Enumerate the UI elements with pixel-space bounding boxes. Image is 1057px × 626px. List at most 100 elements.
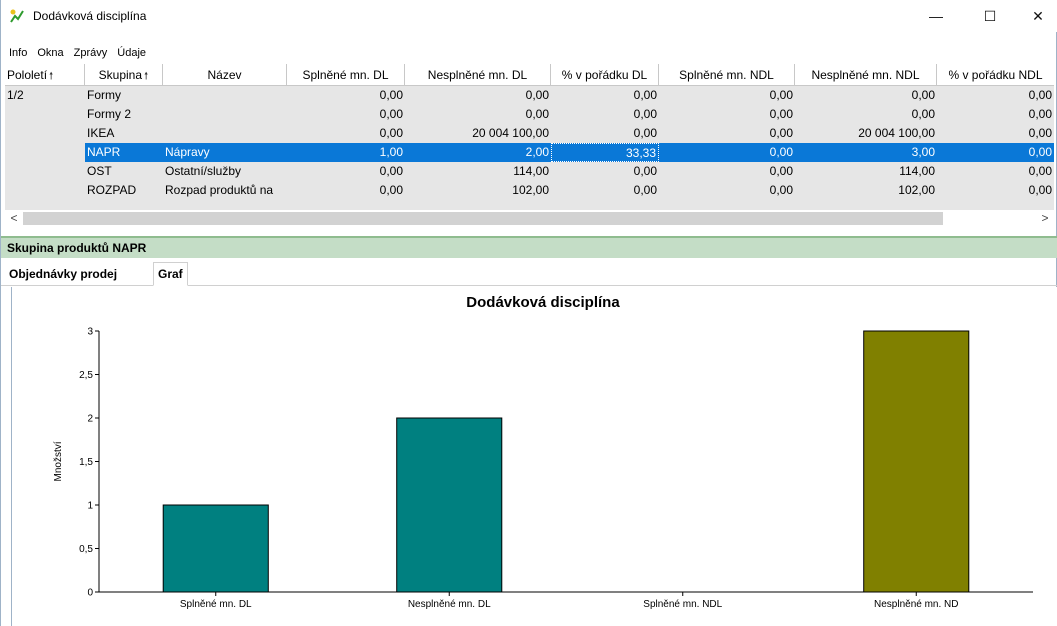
cell-poradek-dl: 0,00 [633, 107, 657, 121]
cell-splnene-dl: 0,00 [379, 88, 403, 102]
cell-poradek-ndl: 0,00 [1028, 183, 1052, 197]
y-tick-label: 0 [87, 588, 93, 599]
bar-chart: Dodávková disciplína 0 0,5 1 1,5 2 2,5 3 Množstv… [53, 294, 1033, 610]
chart-title: Dodávková disciplína [466, 294, 620, 311]
horizontal-scrollbar[interactable]: < > [5, 210, 1054, 227]
bar [162, 504, 269, 593]
cell-nesplnene-ndl: 0,00 [911, 107, 935, 121]
table-row-selected[interactable]: NAPR Nápravy 1,00 2,00 33,33 0,00 3,00 0… [5, 143, 1054, 162]
col-header-splnene-ndl[interactable]: Splněné mn. NDL [659, 64, 795, 86]
cell-skupina: OST [87, 164, 112, 178]
scroll-thumb[interactable] [23, 212, 943, 225]
cell-splnene-dl: 0,00 [379, 107, 403, 121]
cell-skupina: NAPR [85, 143, 163, 162]
cell-poradek-dl: 0,00 [633, 183, 657, 197]
menu-bar: Info Okna Zprávy Údaje [1, 44, 151, 62]
col-header-poradek-dl[interactable]: % v pořádku DL [551, 64, 659, 86]
col-header-label: Pololetí [7, 68, 48, 82]
x-tick-label: Nesplněné mn. DL [408, 599, 491, 610]
col-header-nazev[interactable]: Název [163, 64, 287, 86]
cell-poradek-ndl: 0,00 [1028, 107, 1052, 121]
table-row[interactable]: Formy 2 0,00 0,00 0,00 0,00 0,00 0,00 [5, 105, 1054, 124]
col-header-poradek-ndl[interactable]: % v pořádku NDL [937, 64, 1054, 86]
x-tick-label: Nesplněné mn. ND [874, 599, 958, 610]
cell-pololeti [5, 124, 85, 143]
y-tick-label: 3 [87, 327, 93, 338]
window-title: Dodávková disciplína [33, 9, 147, 23]
y-tick-label: 2,5 [79, 370, 93, 381]
col-header-label: % v pořádku DL [561, 68, 648, 82]
app-icon [10, 9, 24, 23]
cell-nesplnene-dl: 114,00 [513, 164, 549, 178]
col-header-splnene-dl[interactable]: Splněné mn. DL [287, 64, 405, 86]
cell-poradek-dl: 0,00 [633, 164, 657, 178]
x-tick-label: Splněné mn. DL [180, 599, 252, 610]
cell-pololeti: 1/2 [7, 88, 24, 102]
cell-pololeti [5, 143, 85, 162]
cell-nesplnene-dl: 20 004 100,00 [472, 126, 549, 140]
col-header-label: % v pořádku NDL [948, 68, 1043, 82]
y-tick-label: 0,5 [79, 544, 93, 555]
cell-nesplnene-ndl: 114,00 [899, 164, 935, 178]
cell-nesplnene-dl: 2,00 [405, 143, 551, 162]
cell-poradek-dl: 0,00 [633, 126, 657, 140]
cell-splnene-ndl: 0,00 [769, 183, 793, 197]
cell-splnene-ndl: 0,00 [769, 88, 793, 102]
cell-poradek-ndl: 0,00 [937, 143, 1054, 162]
tab-objednavky-prodej[interactable]: Objednávky prodej [5, 263, 121, 285]
cell-splnene-ndl: 0,00 [659, 143, 795, 162]
menu-udaje[interactable]: Údaje [112, 44, 151, 62]
cell-skupina: ROZPAD [87, 183, 137, 197]
cell-nesplnene-ndl: 20 004 100,00 [858, 126, 935, 140]
cell-splnene-dl: 0,00 [379, 164, 403, 178]
menu-info[interactable]: Info [1, 44, 32, 62]
panel-border [11, 287, 12, 626]
col-header-nesplnene-dl[interactable]: Nesplněné mn. DL [405, 64, 551, 86]
cell-nesplnene-dl: 0,00 [525, 88, 549, 102]
y-tick-label: 2 [87, 414, 93, 425]
cell-poradek-ndl: 0,00 [1028, 164, 1052, 178]
scroll-right-icon[interactable]: > [1036, 210, 1054, 227]
col-header-label: Skupina [98, 68, 143, 82]
cell-pololeti [5, 181, 85, 200]
cell-splnene-dl: 0,00 [379, 183, 403, 197]
bar [863, 330, 970, 593]
x-tick-label: Splněné mn. NDL [643, 599, 722, 610]
close-button[interactable]: ✕ [1015, 0, 1057, 32]
table-row[interactable]: OST Ostatní/služby 0,00 114,00 0,00 0,00… [5, 162, 1054, 181]
col-header-pololeti[interactable]: Pololetí 🠕 [5, 64, 85, 86]
cell-skupina: Formy 2 [87, 107, 132, 121]
cell-splnene-ndl: 0,00 [769, 126, 793, 140]
cell-skupina: Formy [87, 88, 121, 102]
tab-graf[interactable]: Graf [153, 262, 188, 286]
scroll-left-icon[interactable]: < [5, 210, 23, 227]
cell-nesplnene-ndl: 0,00 [911, 88, 935, 102]
col-header-label: Nesplněné mn. NDL [811, 68, 920, 82]
col-header-label: Splněné mn. DL [302, 68, 389, 82]
table-row[interactable]: IKEA 0,00 20 004 100,00 0,00 0,00 20 004… [5, 124, 1054, 143]
maximize-button[interactable]: ☐ [967, 0, 1013, 32]
cell-nesplnene-dl: 102,00 [512, 183, 549, 197]
grid-header: Pololetí 🠕 Skupina 🠕 Název Splněné mn. DL … [5, 64, 1054, 86]
menu-okna[interactable]: Okna [32, 44, 68, 62]
cell-nesplnene-dl: 0,00 [525, 107, 549, 121]
group-title: Skupina produktů NAPR [7, 241, 147, 255]
y-tick-label: 1,5 [79, 457, 93, 468]
col-header-nesplnene-ndl[interactable]: Nesplněné mn. NDL [795, 64, 937, 86]
table-row[interactable]: 1/2 Formy 0,00 0,00 0,00 0,00 0,00 0,00 [5, 86, 1054, 105]
cell-nazev [163, 105, 287, 124]
cell-poradek-ndl: 0,00 [1028, 126, 1052, 140]
sort-asc-icon: 🠕 [49, 71, 54, 82]
cell-nazev: Nápravy [163, 143, 287, 162]
col-header-skupina[interactable]: Skupina 🠕 [85, 64, 163, 86]
minimize-button[interactable]: — [913, 0, 959, 32]
menu-zpravy[interactable]: Zprávy [69, 44, 113, 62]
cell-nazev: Rozpad produktů na [165, 183, 274, 197]
cell-poradek-dl: 0,00 [633, 88, 657, 102]
table-row[interactable]: ROZPAD Rozpad produktů na 0,00 102,00 0,… [5, 181, 1054, 200]
group-bar: Skupina produktů NAPR [1, 238, 1057, 258]
cell-nesplnene-ndl: 3,00 [795, 143, 937, 162]
grid-body: 1/2 Formy 0,00 0,00 0,00 0,00 0,00 0,00 … [5, 86, 1054, 210]
cell-nazev: Ostatní/služby [165, 164, 242, 178]
title-bar[interactable]: Dodávková disciplína — ☐ ✕ [1, 0, 1057, 32]
